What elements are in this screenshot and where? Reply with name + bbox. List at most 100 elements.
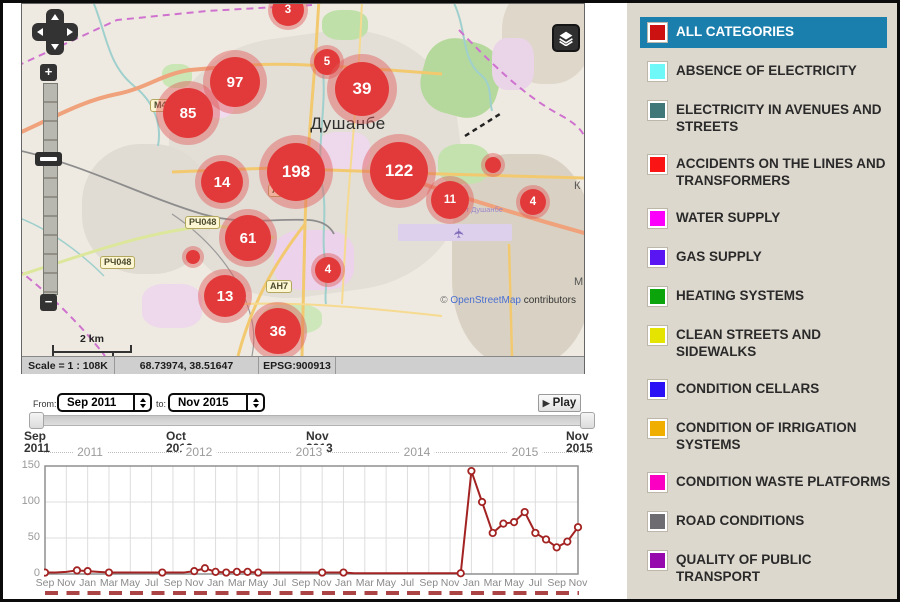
road-label-рч048: РЧ048 — [100, 256, 135, 269]
legend-swatch-icon — [648, 551, 667, 570]
legend-label: ELECTRICITY IN AVENUES AND STREETS — [676, 101, 897, 135]
cluster-marker-198[interactable]: 198 — [267, 143, 325, 201]
cluster-marker[interactable] — [485, 157, 501, 173]
coordinates-readout: 68.73974, 38.51647 — [115, 357, 259, 374]
zoom-slider-handle[interactable] — [35, 152, 62, 166]
zoom-out-button[interactable]: − — [40, 294, 57, 311]
cluster-marker-11[interactable]: 11 — [431, 181, 469, 219]
legend-swatch-icon — [648, 287, 667, 306]
legend-swatch-icon — [648, 23, 667, 42]
range-label: Sep 2011 — [24, 430, 50, 454]
legend-item-water-supply[interactable]: WATER SUPPLY — [627, 209, 897, 228]
legend-item-condition-cellars[interactable]: CONDITION CELLARS — [627, 380, 897, 399]
slider-handle-right[interactable] — [580, 412, 595, 429]
legend-item-accidents-on-the-lines-and-transformers[interactable]: ACCIDENTS ON THE LINES AND TRANSFORMERS — [627, 155, 897, 189]
zoom-in-button[interactable]: + — [40, 64, 57, 81]
range-label: Nov 2015 — [566, 430, 593, 454]
from-label: From: — [33, 399, 57, 409]
y-axis-tick-label: 100 — [14, 495, 40, 507]
legend-item-heating-systems[interactable]: HEATING SYSTEMS — [627, 287, 897, 306]
legend-label: ALL CATEGORIES — [676, 23, 794, 40]
app-window: ✈ аэропорт Душанбе Душанбе + − — [0, 0, 900, 602]
legend-item-condition-of-irrigation-systems[interactable]: CONDITION OF IRRIGATION SYSTEMS — [627, 419, 897, 453]
y-axis-tick-label: 50 — [14, 531, 40, 543]
legend-label: ROAD CONDITIONS — [676, 512, 804, 529]
legend-item-quality-of-public-transport[interactable]: QUALITY OF PUBLIC TRANSPORT — [627, 551, 897, 585]
legend-label: CLEAN STREETS AND SIDEWALKS — [676, 326, 897, 360]
map-place-label: М — [574, 276, 583, 288]
legend-label: CONDITION OF IRRIGATION SYSTEMS — [676, 419, 897, 453]
cluster-marker-122[interactable]: 122 — [370, 142, 428, 200]
scale-mi-line — [52, 351, 114, 356]
legend-item-absence-of-electricity[interactable]: ABSENCE OF ELECTRICITY — [627, 62, 897, 81]
openstreetmap-link[interactable]: OpenStreetMap — [450, 295, 521, 306]
stepper-icon[interactable] — [246, 395, 263, 410]
map-status-bar: Scale = 1 : 108K 68.73974, 38.51647 EPSG… — [22, 356, 584, 374]
legend-item-electricity-in-avenues-and-streets[interactable]: ELECTRICITY IN AVENUES AND STREETS — [627, 101, 897, 135]
legend-item-gas-supply[interactable]: GAS SUPPLY — [627, 248, 897, 267]
zoom-slider[interactable] — [43, 83, 58, 295]
category-legend-panel: ALL CATEGORIES ABSENCE OF ELECTRICITY ELEC… — [627, 3, 897, 599]
layer-switcher-button[interactable] — [552, 24, 580, 52]
pan-control[interactable] — [32, 9, 78, 55]
cluster-marker-13[interactable]: 13 — [204, 275, 246, 317]
legend-label: ACCIDENTS ON THE LINES AND TRANSFORMERS — [676, 155, 897, 189]
y-axis-tick-label: 150 — [14, 459, 40, 471]
slider-handle-left[interactable] — [29, 412, 44, 429]
to-label: to: — [156, 399, 166, 409]
legend-item-condition-waste-platforms[interactable]: CONDITION WASTE PLATFORMS — [627, 473, 897, 492]
legend-swatch-icon — [648, 419, 667, 438]
legend-swatch-icon — [648, 473, 667, 492]
cluster-marker-5[interactable]: 5 — [314, 49, 340, 75]
pan-right-icon[interactable] — [67, 28, 73, 36]
map-canvas[interactable]: ✈ аэропорт Душанбе Душанбе + − — [22, 4, 584, 356]
pan-left-icon[interactable] — [37, 28, 43, 36]
pan-down-icon[interactable] — [51, 44, 59, 50]
to-select[interactable]: Nov 2015 — [168, 393, 265, 412]
year-label: 2013 — [292, 445, 327, 459]
projection-readout: EPSG:900913 — [259, 357, 336, 374]
play-label: Play — [553, 397, 577, 409]
to-value: Nov 2015 — [170, 397, 246, 409]
stepper-icon[interactable] — [133, 395, 150, 410]
cluster-marker-97[interactable]: 97 — [210, 57, 260, 107]
legend-label: HEATING SYSTEMS — [676, 287, 804, 304]
from-select[interactable]: Sep 2011 — [57, 393, 152, 412]
legend-item-clean-streets-and-sidewalks[interactable]: CLEAN STREETS AND SIDEWALKS — [627, 326, 897, 360]
legend-item-all-categories[interactable]: ALL CATEGORIES — [640, 17, 887, 48]
cluster-marker[interactable] — [186, 250, 200, 264]
time-range-slider[interactable] — [29, 412, 595, 428]
legend-label: QUALITY OF PUBLIC TRANSPORT — [676, 551, 897, 585]
copyright-icon: © — [440, 295, 447, 306]
year-label: 2012 — [182, 445, 217, 459]
cluster-marker-39[interactable]: 39 — [335, 62, 389, 116]
chart-svg — [44, 460, 594, 592]
airport-plane-icon: ✈ — [451, 228, 467, 239]
map-panel: ✈ аэропорт Душанбе Душанбе + − — [21, 3, 585, 374]
legend-item-road-conditions[interactable]: ROAD CONDITIONS — [627, 512, 897, 531]
cropped-label-strip — [45, 591, 579, 595]
map-place-label: К — [574, 180, 580, 192]
legend-label: CONDITION CELLARS — [676, 380, 819, 397]
reports-chart-panel: 050100150SepNovJanMarMayJulSepNovJanMarM… — [14, 460, 594, 596]
layers-icon — [558, 30, 574, 46]
year-label: 2014 — [400, 445, 435, 459]
cluster-marker-4[interactable]: 4 — [315, 257, 341, 283]
legend-swatch-icon — [648, 62, 667, 81]
cluster-marker-85[interactable]: 85 — [163, 88, 213, 138]
cluster-marker-36[interactable]: 36 — [255, 308, 301, 354]
legend-swatch-icon — [648, 380, 667, 399]
slider-track[interactable] — [34, 415, 590, 426]
cluster-marker-14[interactable]: 14 — [201, 161, 243, 203]
legend-swatch-icon — [648, 248, 667, 267]
play-icon: ▶ — [543, 398, 550, 409]
legend-swatch-icon — [648, 326, 667, 345]
play-button[interactable]: ▶ Play — [538, 394, 581, 412]
year-label: 2015 — [508, 445, 543, 459]
legend-swatch-icon — [648, 209, 667, 228]
cluster-marker-4[interactable]: 4 — [520, 189, 546, 215]
pan-up-icon[interactable] — [51, 14, 59, 20]
legend-label: GAS SUPPLY — [676, 248, 762, 265]
cluster-marker-61[interactable]: 61 — [225, 215, 271, 261]
legend-label: WATER SUPPLY — [676, 209, 780, 226]
